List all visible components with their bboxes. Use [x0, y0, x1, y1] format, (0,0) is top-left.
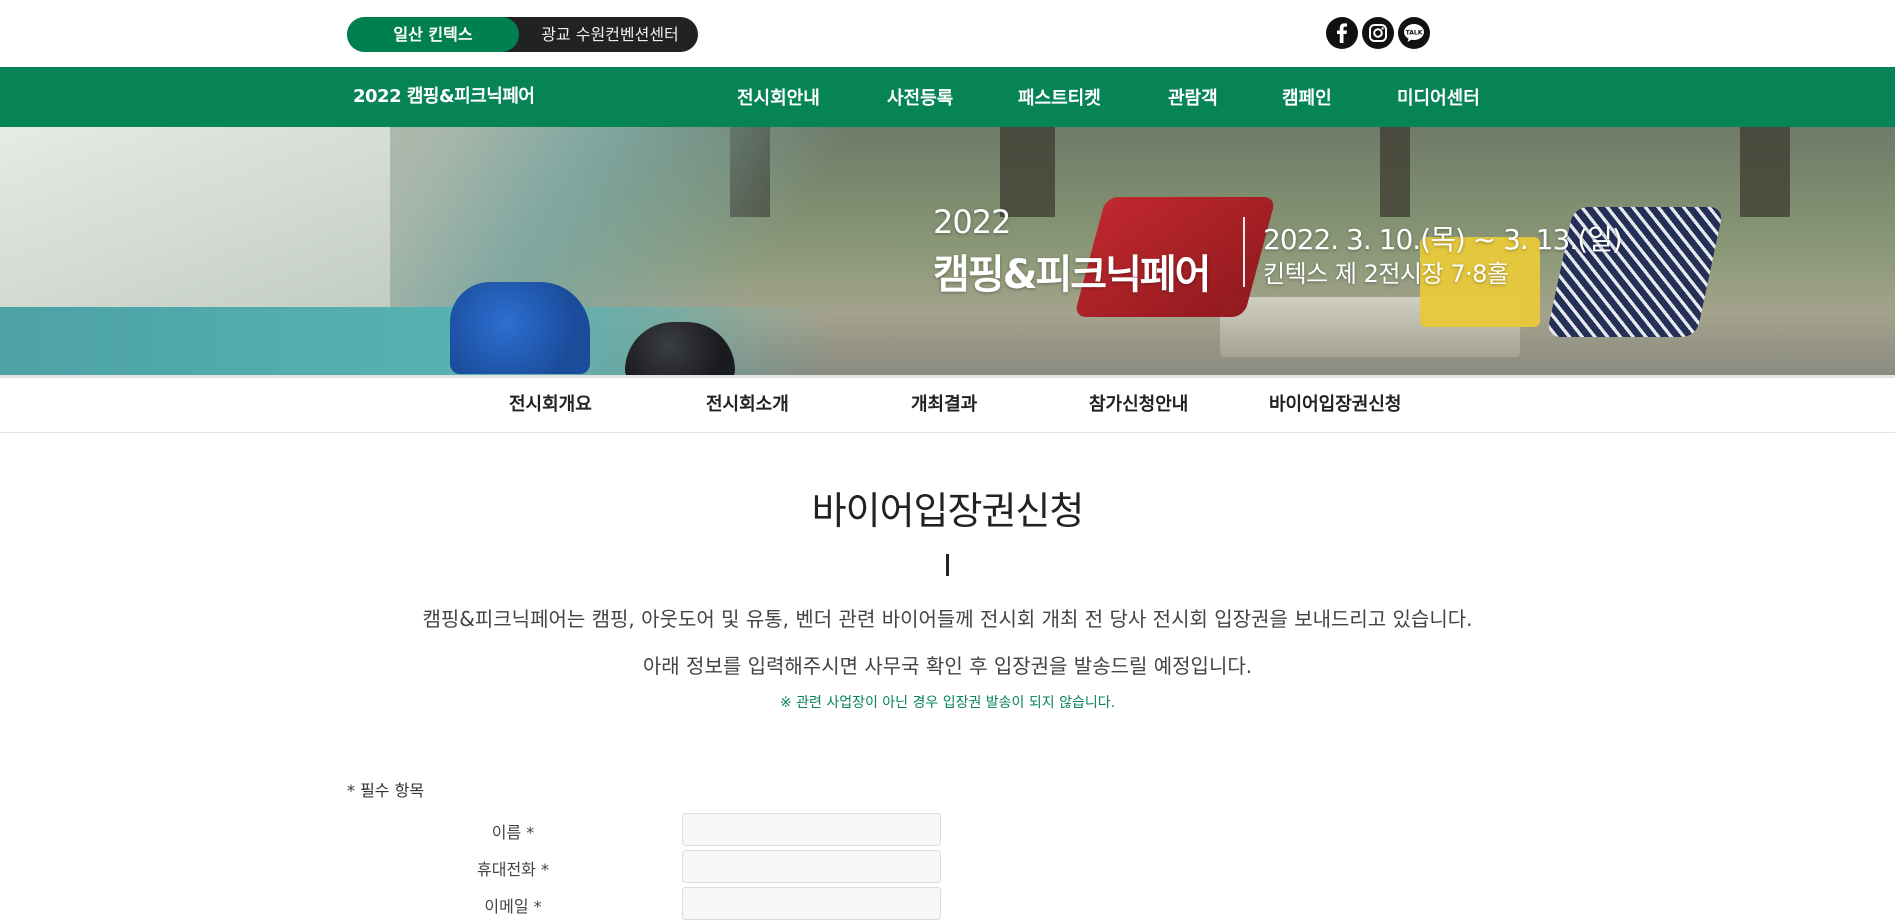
site-brand[interactable]: 2022 캠핑&피크닉페어	[353, 67, 535, 127]
nav-item-pre-registration[interactable]: 사전등록	[887, 67, 953, 127]
subnav-item-results[interactable]: 개최결과	[911, 378, 977, 432]
name-field[interactable]	[682, 813, 941, 846]
banner-place: 킨텍스 제 2전시장 7·8홀	[1263, 260, 1509, 288]
notice-text: ※ 관련 사업장이 아닌 경우 입장권 발송이 되지 않습니다.	[779, 695, 1116, 711]
banner-sleeping-bag	[450, 282, 590, 374]
name-label: 이름 *	[491, 823, 535, 842]
page-title: 바이어입장권신청	[811, 489, 1085, 533]
phone-field[interactable]	[682, 850, 941, 883]
kakaotalk-label: TALK	[1406, 30, 1423, 37]
sub-nav: 전시회개요 전시회소개 개최결과 참가신청안내 바이어입장권신청	[0, 375, 1895, 433]
instagram-icon[interactable]	[1362, 17, 1394, 49]
intro-text-2: 아래 정보를 입력해주시면 사무국 확인 후 입장권을 발송드릴 예정입니다.	[642, 654, 1253, 678]
nav-item-fast-ticket[interactable]: 패스트티켓	[1018, 67, 1101, 127]
kakaotalk-icon[interactable]: TALK	[1398, 17, 1430, 49]
nav-item-visitors[interactable]: 관람객	[1168, 67, 1218, 127]
subnav-item-introduction[interactable]: 전시회소개	[706, 378, 789, 432]
main-nav: 2022 캠핑&피크닉페어 전시회안내 사전등록 패스트티켓 관람객 캠페인 미…	[0, 67, 1895, 127]
subnav-item-overview[interactable]: 전시회개요	[509, 378, 592, 432]
banner-tree-trunk	[1740, 127, 1790, 217]
subnav-item-participation[interactable]: 참가신청안내	[1089, 378, 1188, 432]
venue-toggle: 일산 킨텍스 광교 수원컨벤션센터	[347, 17, 698, 52]
intro-text-1: 캠핑&피크닉페어는 캠핑, 아웃도어 및 유통, 벤더 관련 바이어들께 전시회…	[422, 607, 1473, 631]
phone-label: 휴대전화 *	[477, 860, 549, 879]
venue-kintex-button[interactable]: 일산 킨텍스	[347, 17, 519, 52]
required-note: * 필수 항목	[347, 781, 425, 800]
banner-title: 캠핑&피크닉페어	[933, 252, 1211, 298]
nav-item-exhibition-info[interactable]: 전시회안내	[737, 67, 820, 127]
top-bar: 일산 킨텍스 광교 수원컨벤션센터 TALK	[0, 0, 1895, 67]
banner-year: 2022	[933, 203, 1011, 241]
nav-item-media-center[interactable]: 미디어센터	[1397, 67, 1480, 127]
banner-tent-wall	[0, 127, 390, 317]
facebook-icon[interactable]	[1326, 17, 1358, 49]
email-label: 이메일 *	[484, 897, 542, 916]
subnav-item-buyer-ticket[interactable]: 바이어입장권신청	[1269, 378, 1401, 432]
email-field[interactable]	[682, 887, 941, 920]
banner-tree-trunk	[1380, 127, 1410, 217]
banner-divider	[1243, 217, 1245, 287]
banner-dates: 2022. 3. 10.(목) ~ 3. 13.(일)	[1263, 223, 1623, 256]
title-divider	[946, 554, 949, 576]
nav-item-campaign[interactable]: 캠페인	[1282, 67, 1332, 127]
venue-suwon-button[interactable]: 광교 수원컨벤션센터	[525, 17, 695, 52]
